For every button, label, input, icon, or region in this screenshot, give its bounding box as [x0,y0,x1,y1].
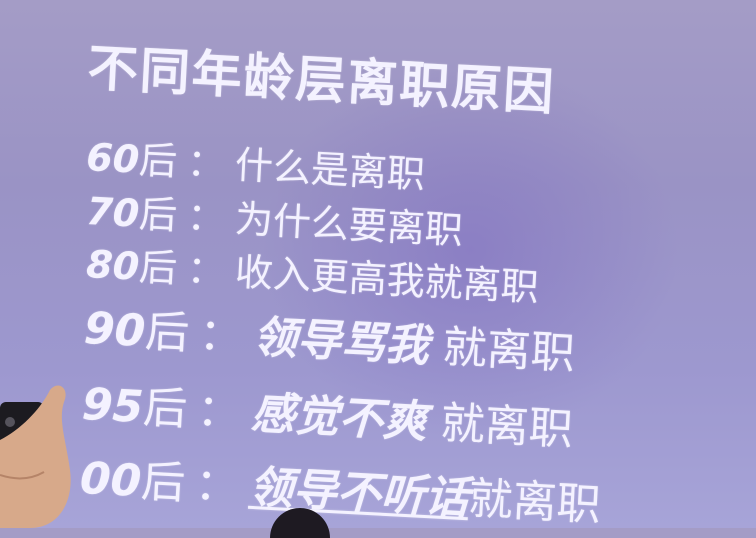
era-suffix: 后 [143,306,191,360]
emphasis-text: 感觉不爽 [249,387,429,448]
era-label: 95 [80,378,145,434]
reason-text: 就离职 [441,321,576,380]
era-suffix: 后 [141,382,189,436]
separator: ： [185,140,227,187]
era-suffix: 后 [138,191,179,238]
reason-text: 收入更高我就离职 [233,249,540,310]
era-suffix: 后 [138,137,179,184]
era-label: 80 [85,241,141,289]
separator: ： [197,309,245,363]
reason-text: 就离职 [467,473,602,532]
phone-in-hand-icon [0,385,71,528]
separator: ： [185,247,227,294]
separator: ： [193,459,241,513]
era-suffix: 后 [138,244,179,291]
row-95s: 95后：感觉不爽 就离职 [81,368,575,458]
reason-text: 就离职 [439,397,574,456]
era-suffix: 后 [139,456,187,510]
era-label: 60 [85,134,141,182]
era-label: 90 [82,302,147,358]
era-label: 00 [78,452,143,508]
projected-slide: 不同年龄层离职原因 60后：什么是离职 70后：为什么要离职 80后：收入更高我… [0,0,756,531]
era-label: 70 [85,188,141,236]
slide-title: 不同年龄层离职原因 [86,38,557,122]
separator: ： [185,194,227,241]
row-00s: 00后：领导不听话就离职 [79,442,603,533]
emphasis-text: 领导骂我 [251,311,431,372]
separator: ： [195,385,243,439]
